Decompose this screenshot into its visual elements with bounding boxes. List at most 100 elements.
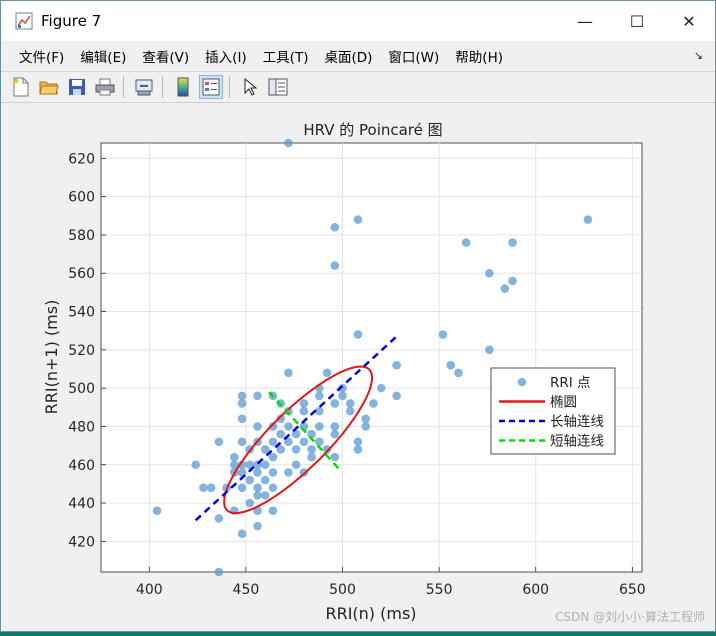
rri-point xyxy=(268,468,278,477)
rri-point xyxy=(361,414,371,424)
rri-point xyxy=(284,468,293,477)
legend-label: 椭圆 xyxy=(550,395,577,411)
rri-point xyxy=(268,506,278,516)
rri-point xyxy=(199,483,208,493)
menu-help[interactable]: 帮助(H) xyxy=(447,46,511,66)
y-tick-label: 580 xyxy=(68,228,95,244)
legend-label: 短轴连线 xyxy=(550,434,604,450)
chart-legend[interactable]: RRI 点椭圆长轴连线短轴连线 xyxy=(490,367,616,455)
y-tick-label: 520 xyxy=(68,343,95,359)
minimize-button[interactable]: — xyxy=(559,1,611,41)
rri-point xyxy=(291,460,301,470)
save-icon[interactable] xyxy=(65,75,89,99)
y-tick-label: 500 xyxy=(68,381,95,397)
menu-edit[interactable]: 编辑(E) xyxy=(72,46,134,66)
print-icon[interactable] xyxy=(93,75,117,99)
x-axis-label: RRI(n) (ms) xyxy=(325,604,416,623)
rri-point xyxy=(214,437,224,447)
y-tick-label: 440 xyxy=(68,496,95,512)
rri-point xyxy=(206,483,216,493)
rri-point xyxy=(345,406,355,416)
x-tick-label: 650 xyxy=(619,582,646,598)
legend-label: 长轴连线 xyxy=(550,414,604,430)
menu-window[interactable]: 窗口(W) xyxy=(380,46,447,66)
rri-point xyxy=(260,475,270,485)
menu-file[interactable]: 文件(F) xyxy=(11,46,72,66)
dock-arrow-icon[interactable]: ↘ xyxy=(694,49,703,62)
window-title: Figure 7 xyxy=(41,12,102,30)
new-file-icon[interactable] xyxy=(9,75,33,99)
colorbar-icon[interactable] xyxy=(171,75,195,99)
rri-point xyxy=(330,422,340,431)
rri-point xyxy=(315,422,324,431)
rri-point xyxy=(485,268,494,278)
menu-tools[interactable]: 工具(T) xyxy=(255,46,317,66)
x-tick-label: 450 xyxy=(233,582,260,598)
rri-point xyxy=(330,261,340,270)
rri-point xyxy=(446,360,456,370)
rri-point xyxy=(237,414,247,424)
pointer-icon[interactable] xyxy=(238,75,262,99)
rri-point xyxy=(253,521,262,531)
open-folder-icon[interactable] xyxy=(37,75,61,99)
rri-point xyxy=(454,368,463,378)
rri-point xyxy=(260,491,270,500)
menu-view[interactable]: 查看(V) xyxy=(134,46,197,66)
rri-point xyxy=(214,514,224,523)
rri-point xyxy=(461,238,471,247)
rri-point xyxy=(237,483,247,493)
rri-point xyxy=(253,468,262,477)
rri-point xyxy=(500,284,510,293)
rri-point xyxy=(376,383,386,393)
rri-point xyxy=(307,452,316,462)
rri-point xyxy=(345,399,355,408)
rri-point xyxy=(237,399,247,408)
rri-point xyxy=(230,452,239,462)
x-tick-label: 400 xyxy=(136,582,163,598)
rri-point xyxy=(330,399,340,408)
rri-point xyxy=(253,491,262,500)
legend-icon[interactable] xyxy=(199,75,223,99)
figure-canvas: HRV 的 Poincaré 图 400 450 500 550 600 650 420 44… xyxy=(1,103,715,631)
chart-title: HRV 的 Poincaré 图 xyxy=(303,121,442,139)
maximize-button[interactable]: ☐ xyxy=(611,1,663,41)
y-tick-label: 480 xyxy=(68,419,95,435)
rri-point xyxy=(284,138,293,148)
rri-point xyxy=(253,483,262,493)
matlab-figure-icon xyxy=(15,12,33,30)
plot-axes-box xyxy=(100,142,643,573)
menu-insert[interactable]: 插入(I) xyxy=(197,46,255,66)
rri-point xyxy=(299,437,309,447)
rri-point xyxy=(322,368,332,378)
rri-point xyxy=(307,445,316,454)
watermark-text: CSDN @刘小小·算法工程师 xyxy=(555,610,705,624)
y-tick-label: 420 xyxy=(68,534,95,550)
toolbar xyxy=(1,72,715,103)
rri-point xyxy=(284,422,293,431)
rri-point xyxy=(438,330,448,339)
rri-point xyxy=(353,215,363,224)
rri-point xyxy=(392,391,401,401)
rri-point xyxy=(268,437,278,447)
rri-point xyxy=(353,330,363,339)
legend-marker-points xyxy=(517,377,527,387)
rri-point xyxy=(245,475,255,485)
toolbar-separator xyxy=(229,76,230,98)
rri-point xyxy=(284,368,293,378)
close-button[interactable]: ✕ xyxy=(663,1,715,41)
rri-point xyxy=(214,567,224,577)
legend-label: RRI 点 xyxy=(550,375,591,391)
property-editor-icon[interactable] xyxy=(266,75,290,99)
export-icon[interactable] xyxy=(132,75,156,99)
rri-point xyxy=(330,429,340,439)
rri-point xyxy=(299,406,309,416)
rri-point xyxy=(260,460,270,470)
menu-desktop[interactable]: 桌面(D) xyxy=(316,46,380,66)
y-tick-label: 560 xyxy=(68,266,95,282)
rri-point xyxy=(253,422,262,431)
rri-point xyxy=(237,437,247,447)
rri-point xyxy=(276,429,285,439)
rri-point xyxy=(191,460,200,470)
rri-point xyxy=(369,399,378,408)
rri-point xyxy=(508,276,517,286)
